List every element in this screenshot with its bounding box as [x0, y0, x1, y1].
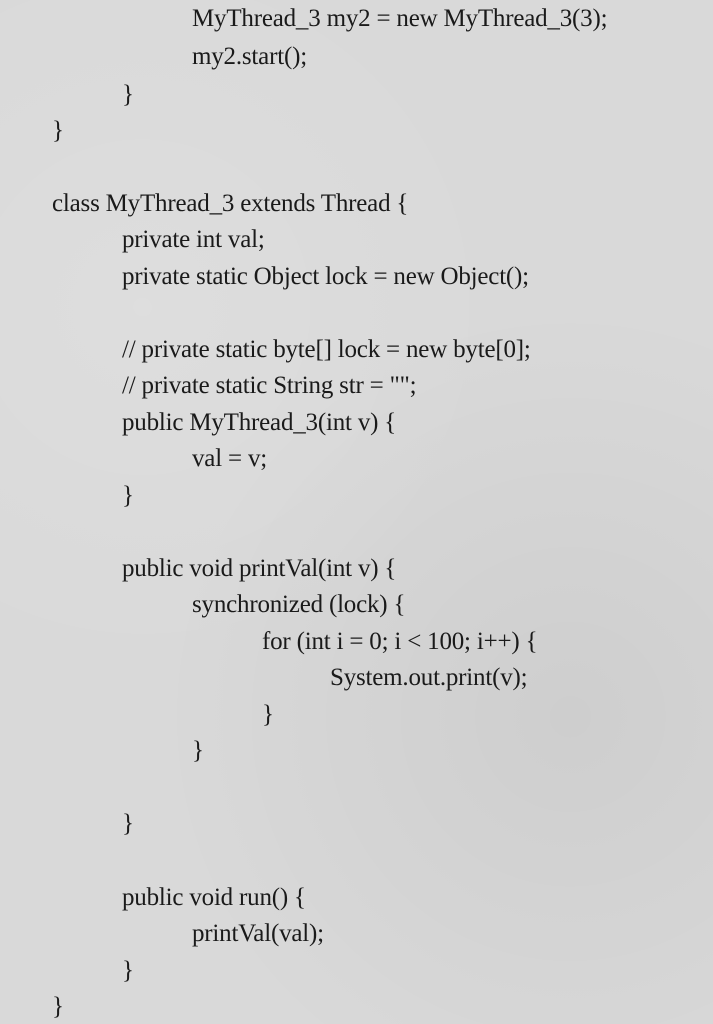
code-line: }: [122, 81, 134, 108]
code-line: synchronized (lock) {: [192, 591, 406, 618]
code-line: public void run() {: [122, 884, 306, 911]
code-line: }: [122, 482, 134, 509]
code-line: }: [262, 701, 274, 728]
code-line: my2.start();: [192, 43, 307, 70]
code-line: private int val;: [122, 226, 265, 253]
code-line: }: [52, 117, 64, 144]
code-line: // private static byte[] lock = new byte…: [122, 336, 531, 363]
code-line: val = v;: [192, 445, 267, 472]
code-line: }: [122, 957, 134, 984]
code-line: printVal(val);: [192, 920, 324, 947]
code-line: private static Object lock = new Object(…: [122, 263, 529, 290]
code-line: System.out.print(v);: [330, 664, 528, 691]
code-line: public MyThread_3(int v) {: [122, 409, 397, 436]
code-line: for (int i = 0; i < 100; i++) {: [262, 628, 538, 655]
code-line: }: [192, 737, 204, 764]
code-line: // private static String str = "";: [122, 372, 417, 399]
code-page: MyThread_3 my2 = new MyThread_3(3); my2.…: [0, 0, 713, 1024]
code-line: public void printVal(int v) {: [122, 555, 397, 582]
code-line: class MyThread_3 extends Thread {: [52, 190, 409, 217]
code-line: }: [122, 810, 134, 837]
code-line: }: [52, 993, 64, 1020]
code-line: MyThread_3 my2 = new MyThread_3(3);: [192, 5, 608, 32]
